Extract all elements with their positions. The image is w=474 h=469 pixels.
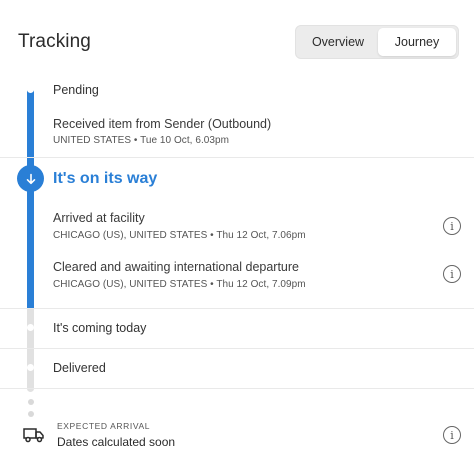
trail-dot <box>27 399 34 405</box>
info-icon[interactable]: i <box>443 426 461 444</box>
event-detail: CHICAGO (US), UNITED STATES • Thu 12 Oct… <box>53 279 306 290</box>
step-label-on-its-way: It's on its way <box>53 170 158 187</box>
timeline-remaining-bar <box>27 308 34 392</box>
page-title: Tracking <box>18 31 91 52</box>
event-detail: CHICAGO (US), UNITED STATES • Thu 12 Oct… <box>53 230 306 241</box>
event-detail: UNITED STATES • Tue 10 Oct, 6.03pm <box>53 135 229 146</box>
tab-overview[interactable]: Overview <box>298 28 378 56</box>
info-icon[interactable]: i <box>443 265 461 283</box>
expected-arrival-value: Dates calculated soon <box>57 435 176 449</box>
step-label-pending: Pending <box>53 83 99 97</box>
header: Tracking Overview Journey <box>0 0 474 78</box>
divider <box>0 157 474 158</box>
divider <box>0 308 474 309</box>
timeline-progress-bar <box>27 88 34 308</box>
event-title: Arrived at facility <box>53 211 145 225</box>
step-dot-delivered <box>27 364 34 371</box>
truck-icon <box>23 427 45 448</box>
event-title: Cleared and awaiting international depar… <box>53 260 299 274</box>
tab-journey[interactable]: Journey <box>378 28 456 56</box>
divider <box>0 388 474 389</box>
divider <box>0 348 474 349</box>
view-toggle: Overview Journey <box>295 25 459 59</box>
arrow-down-icon <box>26 173 35 184</box>
step-label-coming-today: It's coming today <box>53 321 147 335</box>
step-label-delivered: Delivered <box>53 361 106 375</box>
trail-dot <box>27 411 34 417</box>
step-dot-coming-today <box>27 324 34 331</box>
current-step-marker <box>17 165 44 192</box>
step-dot-pending <box>27 86 34 93</box>
event-title: Received item from Sender (Outbound) <box>53 117 272 131</box>
info-icon[interactable]: i <box>443 217 461 235</box>
expected-arrival-label: EXPECTED ARRIVAL <box>57 421 151 431</box>
